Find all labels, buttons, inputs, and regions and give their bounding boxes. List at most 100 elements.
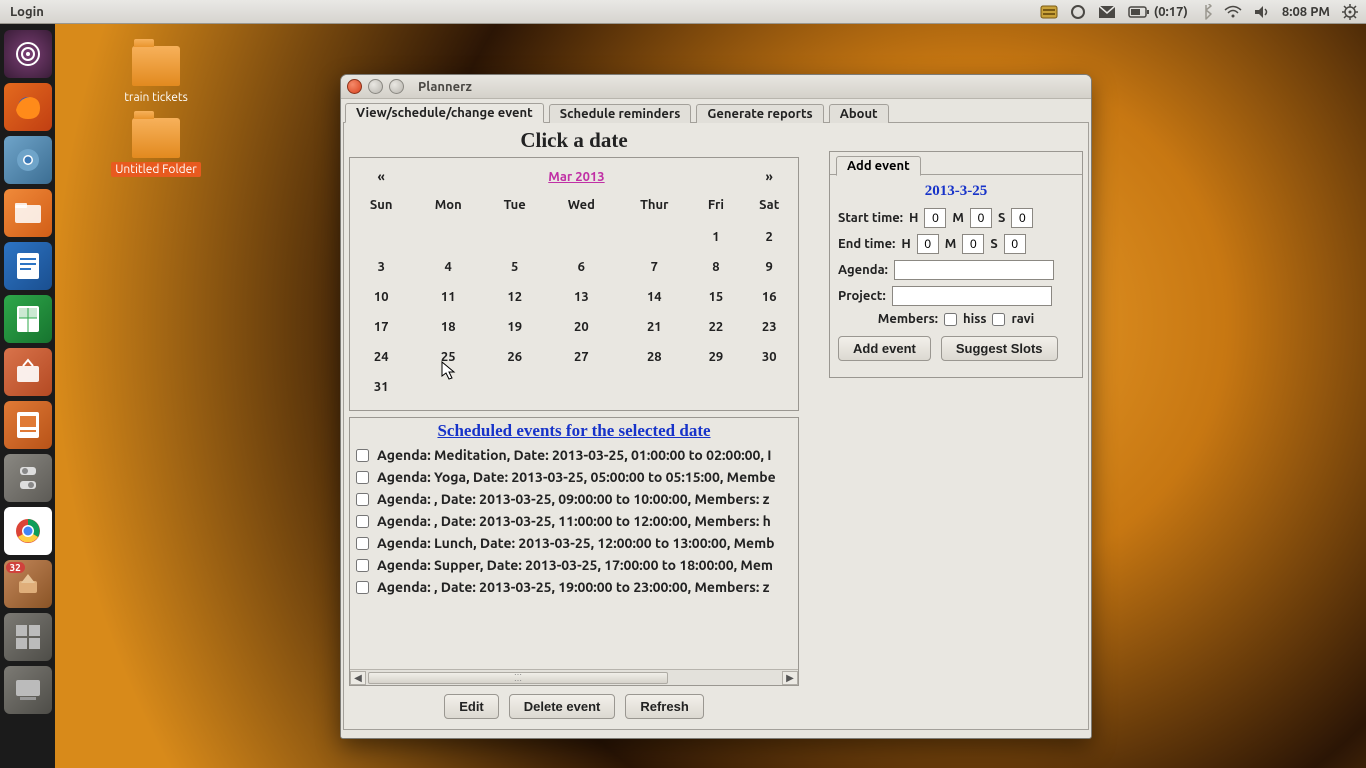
member-hiss-checkbox[interactable] bbox=[944, 313, 957, 326]
calendar-day[interactable]: 15 bbox=[691, 282, 740, 312]
calendar-day[interactable]: 5 bbox=[484, 252, 546, 282]
session-cog-icon[interactable] bbox=[1336, 4, 1364, 20]
sync-indicator-icon[interactable] bbox=[1064, 4, 1092, 20]
window-close-icon[interactable] bbox=[347, 79, 362, 94]
window-titlebar[interactable]: Plannerz bbox=[341, 75, 1091, 99]
event-checkbox[interactable] bbox=[356, 559, 369, 572]
calendar-day[interactable]: 13 bbox=[545, 282, 617, 312]
calendar-day[interactable]: 17 bbox=[350, 312, 412, 342]
project-input[interactable] bbox=[892, 286, 1052, 306]
calendar-day[interactable]: 14 bbox=[617, 282, 691, 312]
event-checkbox[interactable] bbox=[356, 471, 369, 484]
window-minimize-icon[interactable] bbox=[368, 79, 383, 94]
scroll-thumb[interactable] bbox=[368, 672, 668, 684]
desktop-folder-untitled[interactable]: Untitled Folder bbox=[96, 118, 216, 177]
event-checkbox[interactable] bbox=[356, 493, 369, 506]
calendar-day[interactable]: 12 bbox=[484, 282, 546, 312]
calendar-day[interactable]: 7 bbox=[617, 252, 691, 282]
calendar-day[interactable]: 19 bbox=[484, 312, 546, 342]
launcher-calc-icon[interactable] bbox=[4, 295, 52, 343]
calendar-day[interactable]: 29 bbox=[691, 342, 740, 372]
suggest-slots-button[interactable]: Suggest Slots bbox=[941, 336, 1058, 361]
event-row[interactable]: Agenda: Lunch, Date: 2013-03-25, 12:00:0… bbox=[350, 532, 798, 554]
event-checkbox[interactable] bbox=[356, 581, 369, 594]
event-row[interactable]: Agenda: Supper, Date: 2013-03-25, 17:00:… bbox=[350, 554, 798, 576]
calendar-day[interactable]: 10 bbox=[350, 282, 412, 312]
battery-indicator[interactable]: (0:17) bbox=[1122, 5, 1194, 19]
tab-generate-reports[interactable]: Generate reports bbox=[696, 104, 823, 123]
desktop-folder-train-tickets[interactable]: train tickets bbox=[96, 46, 216, 105]
launcher-chromium-icon[interactable] bbox=[4, 136, 52, 184]
calendar-day[interactable]: 8 bbox=[691, 252, 740, 282]
start-second-input[interactable] bbox=[1011, 208, 1033, 228]
refresh-button[interactable]: Refresh bbox=[625, 694, 703, 719]
keyboard-indicator-icon[interactable] bbox=[1034, 3, 1064, 21]
bluetooth-indicator-icon[interactable] bbox=[1194, 4, 1218, 20]
calendar-day[interactable]: 21 bbox=[617, 312, 691, 342]
calendar-day[interactable]: 30 bbox=[740, 342, 798, 372]
window-maximize-icon[interactable] bbox=[389, 79, 404, 94]
scroll-track[interactable] bbox=[366, 671, 782, 685]
launcher-updates-icon[interactable]: 32 bbox=[4, 560, 52, 608]
event-row[interactable]: Agenda: Yoga, Date: 2013-03-25, 05:00:00… bbox=[350, 466, 798, 488]
calendar-month-label[interactable]: Mar 2013 bbox=[548, 170, 604, 184]
event-row[interactable]: Agenda: , Date: 2013-03-25, 09:00:00 to … bbox=[350, 488, 798, 510]
end-minute-input[interactable] bbox=[962, 234, 984, 254]
calendar-prev-button[interactable]: « bbox=[350, 166, 412, 194]
add-event-button[interactable]: Add event bbox=[838, 336, 931, 361]
network-indicator-icon[interactable] bbox=[1218, 5, 1248, 19]
edit-button[interactable]: Edit bbox=[444, 694, 499, 719]
mail-indicator-icon[interactable] bbox=[1092, 5, 1122, 19]
launcher-chrome-icon[interactable] bbox=[4, 507, 52, 555]
calendar-day[interactable]: 2 bbox=[740, 222, 798, 252]
scroll-right-icon[interactable]: ▶ bbox=[782, 671, 798, 685]
clock-indicator[interactable]: 8:08 PM bbox=[1276, 5, 1336, 19]
launcher-writer-icon[interactable] bbox=[4, 242, 52, 290]
calendar-day[interactable]: 6 bbox=[545, 252, 617, 282]
member-ravi-checkbox[interactable] bbox=[992, 313, 1005, 326]
calendar-day[interactable]: 4 bbox=[412, 252, 483, 282]
event-row[interactable]: Agenda: , Date: 2013-03-25, 19:00:00 to … bbox=[350, 576, 798, 598]
horizontal-scrollbar[interactable]: ◀ ▶ bbox=[350, 669, 798, 685]
calendar-day[interactable]: 31 bbox=[350, 372, 412, 402]
launcher-files-icon[interactable] bbox=[4, 189, 52, 237]
scroll-left-icon[interactable]: ◀ bbox=[350, 671, 366, 685]
add-event-tab[interactable]: Add event bbox=[836, 156, 921, 176]
calendar-day[interactable]: 25 bbox=[412, 342, 483, 372]
calendar-day[interactable]: 9 bbox=[740, 252, 798, 282]
calendar-day[interactable]: 11 bbox=[412, 282, 483, 312]
launcher-settings-icon[interactable] bbox=[4, 454, 52, 502]
launcher-workspace-icon[interactable] bbox=[4, 613, 52, 661]
calendar-day[interactable]: 27 bbox=[545, 342, 617, 372]
calendar-day[interactable]: 18 bbox=[412, 312, 483, 342]
start-hour-input[interactable] bbox=[924, 208, 946, 228]
calendar-day[interactable]: 20 bbox=[545, 312, 617, 342]
calendar-day[interactable]: 28 bbox=[617, 342, 691, 372]
calendar-day[interactable]: 16 bbox=[740, 282, 798, 312]
end-second-input[interactable] bbox=[1004, 234, 1026, 254]
launcher-software-center-icon[interactable] bbox=[4, 348, 52, 396]
start-minute-input[interactable] bbox=[970, 208, 992, 228]
calendar-day[interactable]: 26 bbox=[484, 342, 546, 372]
calendar-day[interactable]: 22 bbox=[691, 312, 740, 342]
launcher-devices-icon[interactable] bbox=[4, 666, 52, 714]
calendar-day[interactable]: 23 bbox=[740, 312, 798, 342]
event-row[interactable]: Agenda: , Date: 2013-03-25, 11:00:00 to … bbox=[350, 510, 798, 532]
launcher-dash-icon[interactable] bbox=[4, 30, 52, 78]
app-menu[interactable]: Login bbox=[2, 5, 52, 19]
delete-event-button[interactable]: Delete event bbox=[509, 694, 616, 719]
tab-about[interactable]: About bbox=[829, 104, 889, 123]
calendar-day[interactable]: 1 bbox=[691, 222, 740, 252]
end-hour-input[interactable] bbox=[917, 234, 939, 254]
calendar-next-button[interactable]: » bbox=[740, 166, 798, 194]
tab-schedule-reminders[interactable]: Schedule reminders bbox=[549, 104, 692, 123]
agenda-input[interactable] bbox=[894, 260, 1054, 280]
sound-indicator-icon[interactable] bbox=[1248, 5, 1276, 19]
event-row[interactable]: Agenda: Meditation, Date: 2013-03-25, 01… bbox=[350, 444, 798, 466]
event-checkbox[interactable] bbox=[356, 449, 369, 462]
tab-view-schedule[interactable]: View/schedule/change event bbox=[345, 103, 544, 123]
calendar-day[interactable]: 3 bbox=[350, 252, 412, 282]
launcher-impress-icon[interactable] bbox=[4, 401, 52, 449]
event-checkbox[interactable] bbox=[356, 515, 369, 528]
launcher-firefox-icon[interactable] bbox=[4, 83, 52, 131]
